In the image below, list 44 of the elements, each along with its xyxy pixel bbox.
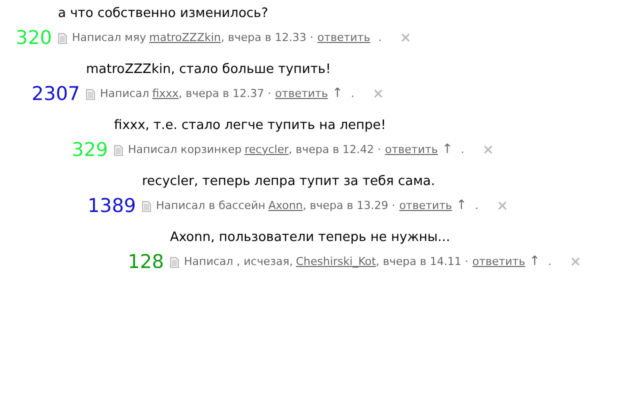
posted-by-label: Написал корзинкер	[128, 142, 242, 158]
author-link[interactable]: recycler	[244, 142, 289, 158]
comment-text: matroZZZkin, стало больше тупить!	[86, 61, 332, 79]
parent-link[interactable]: ↑	[442, 140, 453, 160]
score: 2307	[30, 82, 80, 107]
comment-text: recycler, теперь лепра тупит за тебя сама.	[142, 173, 436, 191]
posted-by-label: Написал мяу	[72, 30, 146, 46]
posted-by-label: Написал в бассейн	[156, 198, 266, 214]
document-icon	[142, 200, 151, 212]
score: 320	[14, 26, 52, 51]
author-link[interactable]: Cheshirski_Kot	[296, 254, 376, 270]
dot-text: .	[350, 86, 354, 102]
dot-text: .	[378, 30, 382, 46]
timestamp: , вчера в 13.29 ·	[302, 198, 396, 214]
reply-link[interactable]: ответить	[317, 30, 370, 46]
dot-text: .	[460, 142, 464, 158]
document-icon	[114, 144, 123, 156]
reply-link[interactable]: ответить	[385, 142, 438, 158]
document-icon	[86, 88, 95, 100]
comment-text: Axonn, пользователи теперь не нужны...	[170, 229, 452, 247]
comment-text: fixxx, т.е. стало легче тупить на лепре!	[114, 117, 387, 135]
author-link[interactable]: fixxx	[152, 86, 179, 102]
posted-by-label: Написал	[100, 86, 150, 102]
dot-text: .	[474, 198, 478, 214]
document-icon	[58, 32, 67, 44]
parent-link[interactable]: ↑	[529, 252, 540, 272]
reply-link[interactable]: ответить	[399, 198, 452, 214]
score: 128	[126, 250, 164, 275]
document-icon	[170, 256, 179, 268]
parent-link[interactable]: ↑	[332, 84, 343, 104]
timestamp: , вчера в 12.33 ·	[220, 30, 314, 46]
author-link[interactable]: matroZZZkin	[149, 30, 221, 46]
reply-link[interactable]: ответить	[275, 86, 328, 102]
comment-text: а что собственно изменилось?	[58, 5, 270, 23]
posted-by-label: Написал , исчезая,	[184, 254, 293, 270]
author-link[interactable]: Axonn	[268, 198, 303, 214]
timestamp: , вчера в 12.42 ·	[288, 142, 382, 158]
timestamp: , вчера в 12.37 ·	[178, 86, 272, 102]
parent-link[interactable]: ↑	[456, 196, 467, 216]
dot-text: .	[548, 254, 552, 270]
timestamp: , вчера в 14.11 ·	[376, 254, 468, 270]
score: 329	[70, 138, 108, 163]
score: 1389	[86, 194, 136, 219]
reply-link[interactable]: ответить	[472, 254, 526, 270]
